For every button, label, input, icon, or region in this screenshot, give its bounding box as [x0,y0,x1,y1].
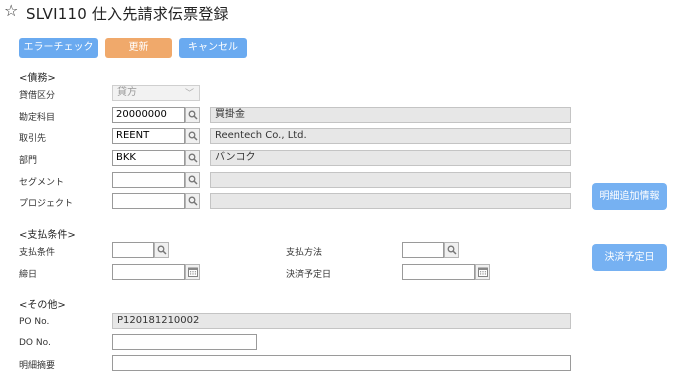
do-no-input[interactable] [112,334,257,350]
payment-terms-label: 支払条件 [19,248,56,258]
segment-code-input[interactable] [112,172,185,188]
debit-credit-select[interactable]: 貸方 ﹀ [112,85,200,101]
segment-name-field [210,172,571,188]
search-icon[interactable] [154,242,169,258]
section-payment: <支払条件> [19,230,76,241]
payment-method-label: 支払方法 [286,248,323,258]
detail-info-button[interactable]: 明細追加情報 [592,183,667,210]
department-code-input[interactable]: BKK [112,150,185,166]
account-label: 勘定科目 [19,113,56,123]
calendar-icon[interactable] [475,264,490,280]
page-title: SLVI110 仕入先請求伝票登録 [26,5,229,23]
search-icon[interactable] [185,150,200,166]
detail-summary-label: 明細摘要 [19,361,56,371]
partner-code-input[interactable]: REENT [112,128,185,144]
settlement-date-label: 決済予定日 [286,270,332,280]
section-other: <その他> [19,300,66,311]
debit-credit-value: 貸方 [117,87,137,98]
project-code-input[interactable] [112,193,185,209]
partner-label: 取引先 [19,134,47,144]
do-no-label: DO No. [19,338,51,348]
account-code-input[interactable]: 20000000 [112,107,185,123]
payment-terms-input[interactable] [112,242,154,258]
department-name-field: バンコク [210,150,571,166]
po-no-label: PO No. [19,317,50,327]
department-label: 部門 [19,156,38,166]
chevron-down-icon: ﹀ [184,89,194,99]
section-debt: <債務> [19,73,56,84]
settlement-date-input[interactable] [402,264,475,280]
title-bar: ☆ SLVI110 仕入先請求伝票登録 [0,0,688,28]
project-name-field [210,193,571,209]
update-button[interactable]: 更新 [105,38,172,58]
account-name-field: 買掛金 [210,107,571,123]
detail-summary-input[interactable] [112,355,571,371]
segment-label: セグメント [19,178,65,188]
search-icon[interactable] [185,107,200,123]
cancel-button[interactable]: キャンセル [179,38,247,58]
search-icon[interactable] [185,172,200,188]
search-icon[interactable] [185,193,200,209]
payment-method-input[interactable] [402,242,444,258]
closing-date-label: 締日 [19,270,38,280]
project-label: プロジェクト [19,199,74,209]
search-icon[interactable] [185,128,200,144]
partner-name-field: Reentech Co., Ltd. [210,128,571,144]
calendar-icon[interactable] [185,264,200,280]
settlement-date-button[interactable]: 決済予定日 [592,244,667,271]
star-icon[interactable]: ☆ [4,1,18,20]
closing-date-input[interactable] [112,264,185,280]
search-icon[interactable] [444,242,459,258]
po-no-field: P120181210002 [112,313,571,329]
error-check-button[interactable]: エラーチェック [19,38,98,58]
debit-credit-label: 貸借区分 [19,91,56,101]
